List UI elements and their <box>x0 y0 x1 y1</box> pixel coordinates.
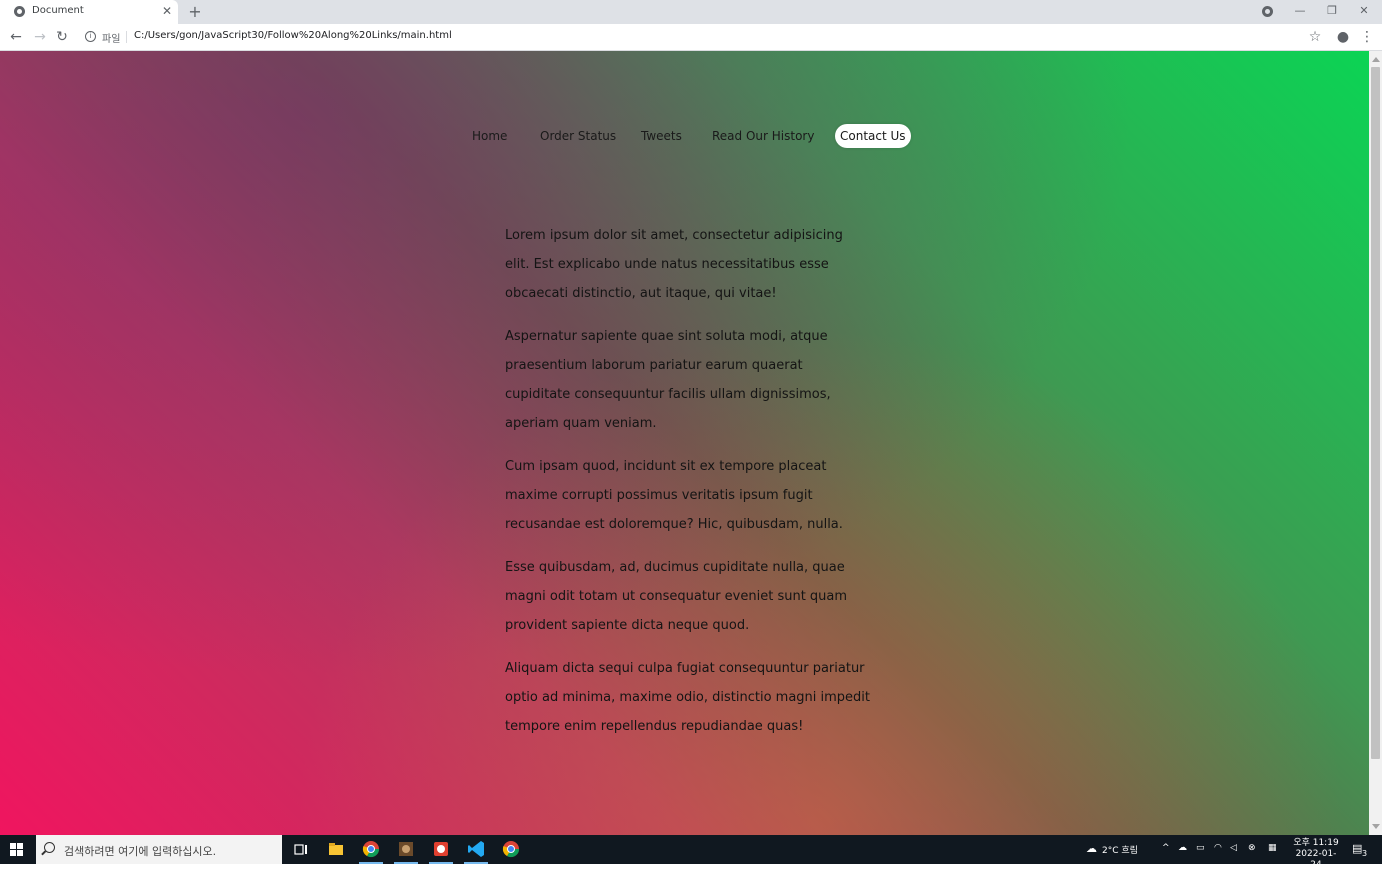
onedrive-icon[interactable]: ☁ <box>1178 843 1187 853</box>
battery-icon[interactable]: ▭ <box>1196 843 1205 853</box>
file-explorer-icon[interactable] <box>324 837 348 862</box>
nav-link-home[interactable]: Home <box>468 126 511 146</box>
clock-date: 2022-01-24 <box>1295 849 1337 870</box>
file-label: 파일 <box>102 34 121 45</box>
taskbar-search-box[interactable]: 검색하려면 여기에 입력하십시오. <box>36 835 282 864</box>
vscode-icon[interactable] <box>464 837 488 864</box>
scroll-thumb[interactable] <box>1371 67 1380 759</box>
minimize-button[interactable]: — <box>1290 2 1310 20</box>
windows-start-icon[interactable] <box>10 843 24 857</box>
back-icon[interactable]: ← <box>7 28 25 46</box>
nav-link-order-status[interactable]: Order Status <box>536 126 620 146</box>
notification-count: 3 <box>1362 849 1368 858</box>
vertical-scrollbar[interactable] <box>1369 51 1382 835</box>
forward-icon[interactable]: → <box>31 28 49 46</box>
globe-icon <box>14 6 25 17</box>
capture-app-icon[interactable] <box>429 837 453 864</box>
ime-icon[interactable]: ▦ <box>1268 843 1277 853</box>
tab-strip: Document ✕ + — ❐ ✕ <box>0 0 1382 24</box>
chrome-icon[interactable] <box>499 837 523 862</box>
tab-title: Document <box>32 5 84 16</box>
wifi-icon[interactable]: ◠ <box>1214 843 1222 853</box>
window-close-button[interactable]: ✕ <box>1354 2 1374 20</box>
info-icon[interactable]: i <box>85 31 96 42</box>
chevron-up-icon[interactable]: ^ <box>1162 843 1170 853</box>
paragraph: Aspernatur sapiente quae sint soluta mod… <box>505 329 831 431</box>
bookmark-star-icon[interactable]: ☆ <box>1306 28 1324 46</box>
paragraph: Aliquam dicta sequi culpa fugiat consequ… <box>505 661 871 734</box>
restore-button[interactable]: ❐ <box>1322 2 1342 20</box>
browser-tab[interactable]: Document ✕ <box>0 0 178 24</box>
profile-icon[interactable]: ● <box>1334 28 1352 46</box>
new-tab-button[interactable]: + <box>186 2 204 22</box>
search-placeholder: 검색하려면 여기에 입력하십시오. <box>64 845 217 858</box>
chrome-icon[interactable] <box>359 837 383 864</box>
main-nav: Home Order Status Tweets Read Our Histor… <box>0 122 1369 150</box>
nav-link-contact-us[interactable]: Contact Us <box>835 124 911 148</box>
clock[interactable]: 오후 11:19 2022-01-24 <box>1292 838 1340 871</box>
close-tab-icon[interactable]: ✕ <box>160 3 174 19</box>
address-bar[interactable]: C:/Users/gon/JavaScript30/Follow%20Along… <box>134 30 452 41</box>
paragraph: Cum ipsam quod, incidunt sit ex tempore … <box>505 459 843 532</box>
extension-icon[interactable] <box>1262 6 1273 17</box>
page-viewport: Home Order Status Tweets Read Our Histor… <box>0 51 1369 835</box>
nav-link-tweets[interactable]: Tweets <box>637 126 686 146</box>
url-divider <box>126 31 127 43</box>
menu-kebab-icon[interactable]: ⋮ <box>1358 28 1376 46</box>
scroll-up-arrow-icon[interactable] <box>1372 57 1380 62</box>
search-icon <box>44 842 55 853</box>
article-content: Lorem ipsum dolor sit amet, consectetur … <box>505 221 870 755</box>
task-view-icon[interactable] <box>289 837 313 862</box>
app-icon[interactable] <box>394 837 418 864</box>
weather-label[interactable]: 2°C 흐림 <box>1102 843 1138 856</box>
app-tray-icon[interactable]: ⊗ <box>1248 843 1256 853</box>
paragraph: Esse quibusdam, ad, ducimus cupiditate n… <box>505 560 848 633</box>
notification-icon[interactable]: ▤ <box>1352 842 1362 855</box>
cloud-icon[interactable]: ☁ <box>1086 842 1097 855</box>
taskbar: 검색하려면 여기에 입력하십시오. ☁ 2°C 흐림 ^ ☁ ▭ ◠ ◁ ⊗ ▦… <box>0 835 1382 870</box>
browser-toolbar: ← → ↻ i 파일 C:/Users/gon/JavaScript30/Fol… <box>0 24 1382 51</box>
volume-icon[interactable]: ◁ <box>1230 843 1237 853</box>
scroll-down-arrow-icon[interactable] <box>1372 824 1380 829</box>
clock-time: 오후 11:19 <box>1293 838 1339 848</box>
reload-icon[interactable]: ↻ <box>53 28 71 46</box>
paragraph: Lorem ipsum dolor sit amet, consectetur … <box>505 228 843 301</box>
nav-link-read-our-history[interactable]: Read Our History <box>708 126 818 146</box>
